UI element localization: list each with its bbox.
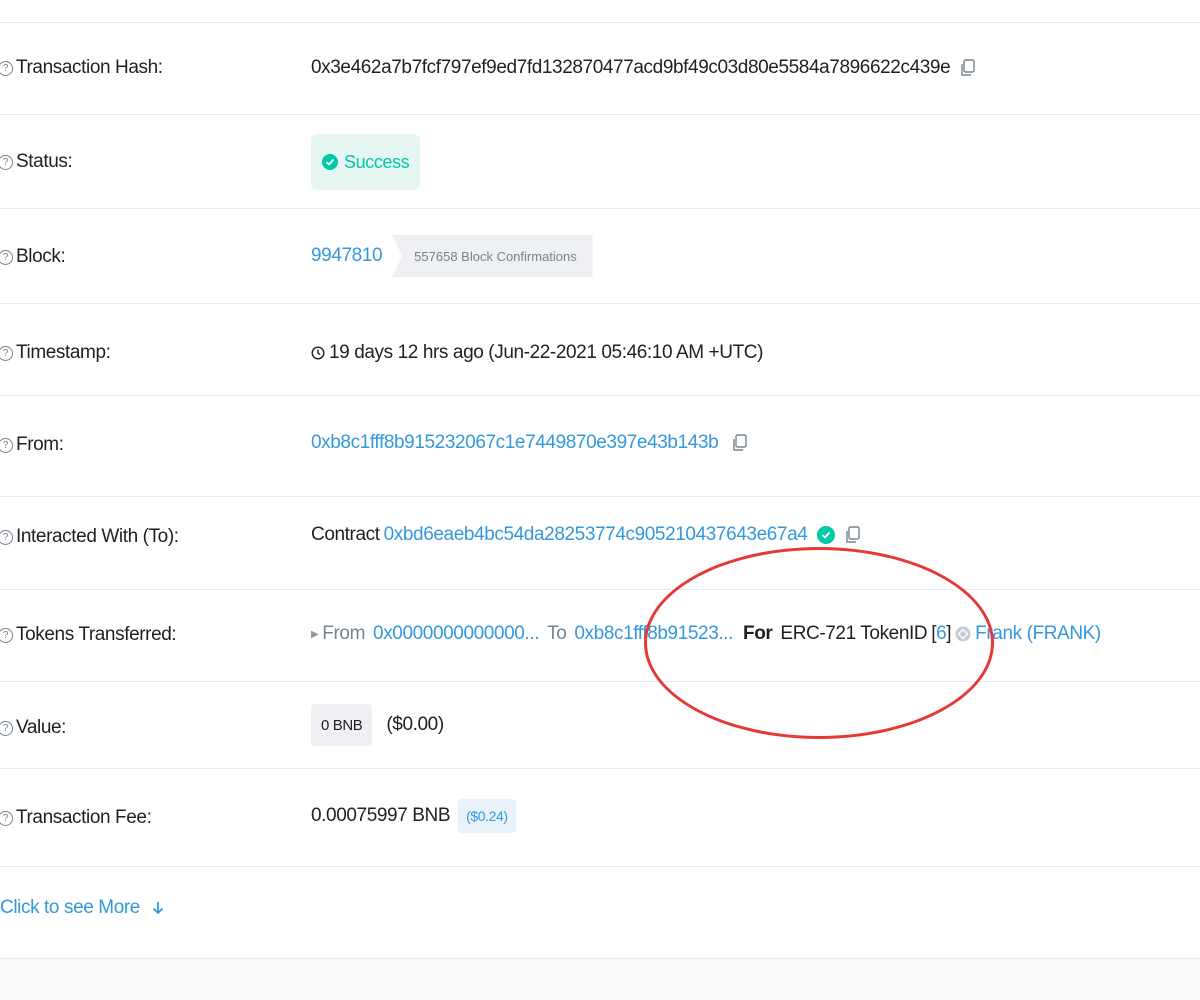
value-value: 0 BNB ($0.00) (311, 704, 444, 746)
help-icon[interactable]: ? (0, 529, 13, 545)
copy-icon[interactable] (960, 59, 976, 77)
value-from: 0xb8c1fff8b915232067c1e7449870e397e43b14… (311, 432, 748, 454)
verified-check-icon (817, 526, 836, 544)
value-timestamp: 19 days 12 hrs ago (Jun-22-2021 05:46:10… (311, 342, 763, 364)
timestamp-text: 19 days 12 hrs ago (Jun-22-2021 05:46:10… (329, 342, 764, 363)
label-text: Status: (16, 151, 73, 172)
divider (0, 866, 1200, 867)
status-text: Success (344, 151, 410, 172)
row-from: ? From: 0xb8c1fff8b915232067c1e7449870e3… (0, 395, 1200, 497)
label-interacted-with: ? Interacted With (To): (0, 526, 179, 548)
label-text: From: (16, 434, 64, 455)
label-text: Timestamp: (16, 342, 111, 363)
row-transaction-hash: ? Transaction Hash: 0x3e462a7b7fcf797ef9… (0, 22, 1200, 115)
label-text: Value: (16, 717, 67, 738)
transaction-details-card: ? Transaction Hash: 0x3e462a7b7fcf797ef9… (0, 0, 1200, 959)
help-icon[interactable]: ? (0, 720, 13, 736)
row-status: ? Status: Success (0, 114, 1200, 209)
help-icon[interactable]: ? (0, 810, 13, 826)
clock-icon (311, 346, 325, 360)
token-to-address-link[interactable]: 0xb8c1fff8b91523... (574, 623, 733, 645)
value-amount-badge: 0 BNB (311, 704, 373, 746)
value-usd: ($0.00) (386, 714, 444, 735)
label-text: Tokens Transferred: (16, 624, 177, 645)
row-block: ? Block: 9947810 557658 Block Confirmati… (0, 208, 1200, 304)
label-tokens-transferred: ? Tokens Transferred: (0, 624, 177, 646)
row-interacted-with: ? Interacted With (To): Contract 0xbd6ea… (0, 496, 1200, 590)
caret-right-icon: ▶ (311, 628, 319, 640)
block-confirmations-badge: 557658 Block Confirmations (392, 235, 593, 277)
token-to-label: To (547, 623, 567, 644)
copy-icon[interactable] (845, 526, 861, 544)
token-logo-icon (955, 626, 971, 642)
label-timestamp: ? Timestamp: (0, 342, 111, 364)
row-value: ? Value: 0 BNB ($0.00) (0, 681, 1200, 769)
token-for-label: For (743, 623, 773, 644)
token-id-bracket-close: ] (946, 623, 952, 644)
label-from: ? From: (0, 434, 64, 456)
token-from-address-link[interactable]: 0x0000000000000... (373, 623, 539, 645)
value-interacted-with: Contract 0xbd6eaeb4bc54da28253774c905210… (311, 524, 861, 546)
row-tokens-transferred: ? Tokens Transferred: ▶ From 0x000000000… (0, 589, 1200, 682)
label-status: ? Status: (0, 151, 73, 173)
row-timestamp: ? Timestamp: 19 days 12 hrs ago (Jun-22-… (0, 303, 1200, 396)
contract-prefix: Contract (311, 524, 380, 545)
transaction-hash-text: 0x3e462a7b7fcf797ef9ed7fd132870477acd9bf… (311, 57, 951, 78)
help-icon[interactable]: ? (0, 249, 13, 265)
contract-address-link[interactable]: 0xbd6eaeb4bc54da28253774c905210437643e67… (384, 524, 808, 546)
check-circle-icon (322, 154, 338, 170)
row-transaction-fee: ? Transaction Fee: 0.00075997 BNB ($0.24… (0, 768, 1200, 867)
help-icon[interactable]: ? (0, 627, 13, 643)
label-value: ? Value: (0, 717, 66, 739)
fee-usd-badge: ($0.24) (458, 799, 516, 833)
label-text: Transaction Fee: (16, 807, 152, 828)
see-more-link[interactable]: Click to see More (0, 897, 164, 919)
help-icon[interactable]: ? (0, 345, 13, 361)
help-icon[interactable]: ? (0, 437, 13, 453)
label-text: Block: (16, 246, 66, 267)
label-text: Transaction Hash: (16, 57, 163, 78)
label-block: ? Block: (0, 246, 66, 268)
value-transaction-fee: 0.00075997 BNB ($0.24) (311, 799, 516, 833)
see-more-text: Click to see More (0, 897, 140, 918)
help-icon[interactable]: ? (0, 60, 13, 76)
from-address-link[interactable]: 0xb8c1fff8b915232067c1e7449870e397e43b14… (311, 432, 719, 454)
token-from-label: From (322, 623, 366, 644)
value-status: Success (311, 134, 421, 190)
label-text: Interacted With (To): (16, 526, 179, 547)
help-icon[interactable]: ? (0, 154, 13, 170)
token-standard: ERC-721 TokenID (780, 623, 928, 644)
status-badge: Success (311, 134, 421, 190)
value-transaction-hash: 0x3e462a7b7fcf797ef9ed7fd132870477acd9bf… (311, 57, 976, 79)
fee-amount: 0.00075997 BNB (311, 805, 451, 826)
token-name-link[interactable]: Frank (FRANK) (975, 623, 1101, 645)
label-transaction-hash: ? Transaction Hash: (0, 57, 163, 79)
block-number-link[interactable]: 9947810 (311, 245, 383, 267)
value-tokens-transferred: ▶ From 0x0000000000000... To 0xb8c1fff8b… (311, 623, 1101, 645)
copy-icon[interactable] (732, 434, 748, 452)
label-transaction-fee: ? Transaction Fee: (0, 807, 152, 829)
value-block: 9947810 557658 Block Confirmations (311, 235, 593, 277)
token-id-link[interactable]: 6 (936, 623, 947, 645)
arrow-down-icon (152, 902, 164, 915)
